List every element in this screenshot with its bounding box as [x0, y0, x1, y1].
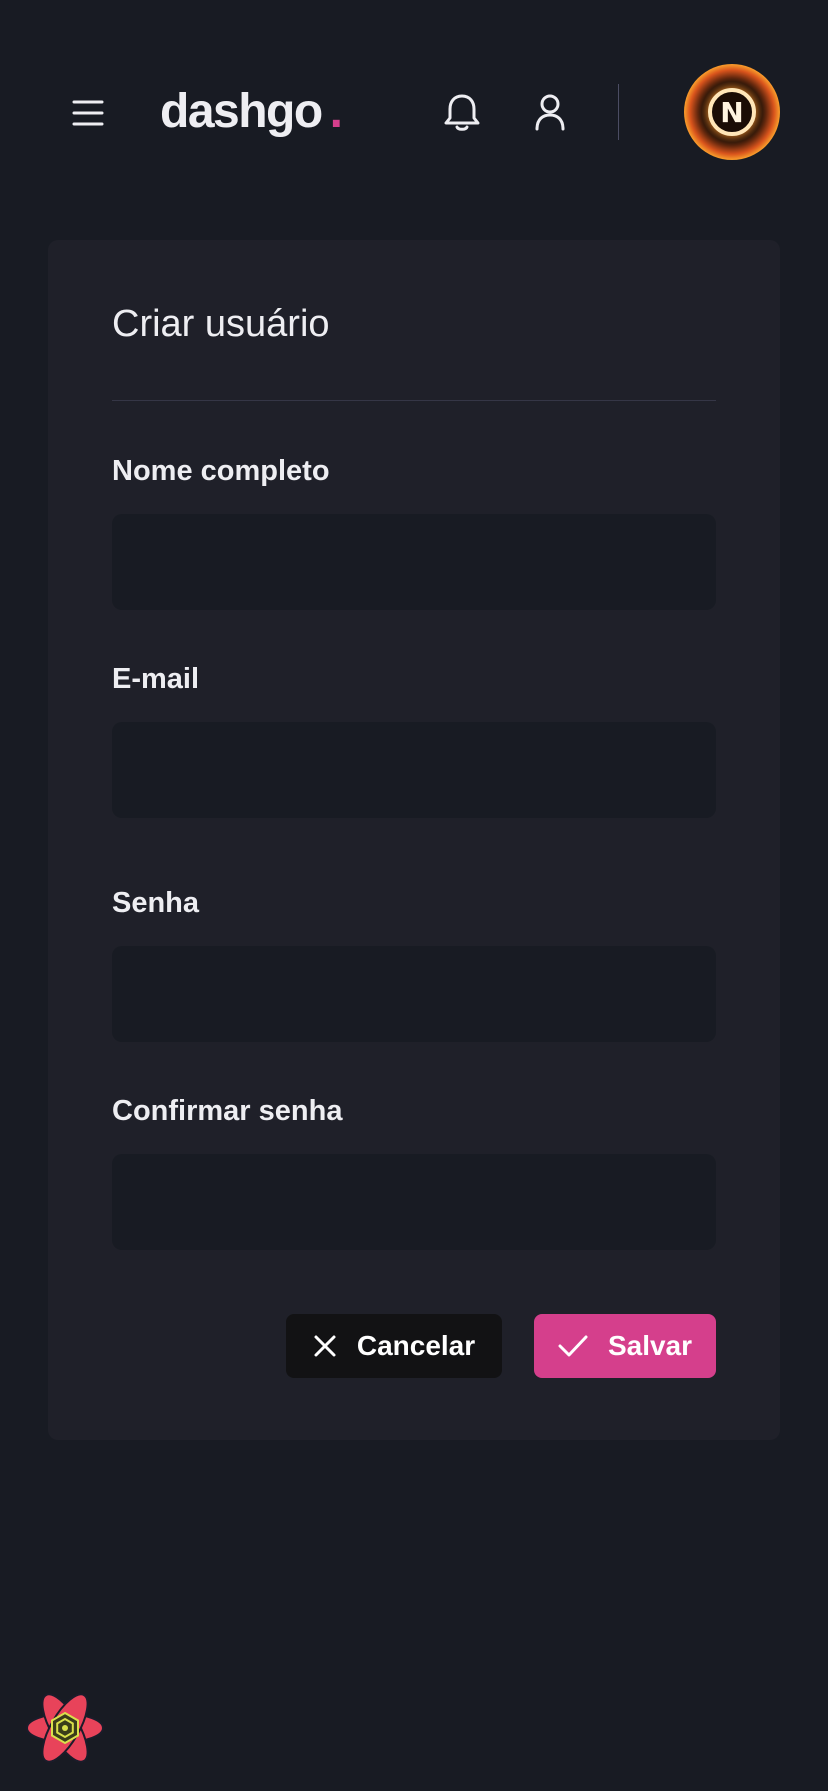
- title-divider: [112, 400, 716, 401]
- name-field[interactable]: [112, 514, 716, 610]
- avatar-emblem: N: [708, 88, 756, 136]
- password-field[interactable]: [112, 946, 716, 1042]
- menu-icon: [72, 100, 104, 126]
- bell-icon: [444, 94, 480, 131]
- menu-button[interactable]: [70, 95, 106, 131]
- email-field[interactable]: [112, 722, 716, 818]
- user-icon: [535, 94, 565, 131]
- react-logo-icon: [26, 1693, 104, 1763]
- confirm-password-field[interactable]: [112, 1154, 716, 1250]
- close-icon: [313, 1334, 337, 1358]
- user-add-button[interactable]: [528, 90, 572, 134]
- page-title: Criar usuário: [112, 303, 330, 345]
- create-user-card: Criar usuário Nome completo E-mail Senha…: [48, 240, 780, 1440]
- password-label: Senha: [112, 887, 200, 919]
- save-label: Salvar: [607, 1330, 693, 1361]
- check-icon: [558, 1334, 588, 1358]
- avatar[interactable]: N: [684, 64, 780, 160]
- react-devtools-badge[interactable]: [24, 1690, 106, 1766]
- header-divider: [618, 84, 619, 140]
- logo-text: dashgo: [160, 85, 323, 138]
- cancel-label: Cancelar: [356, 1330, 476, 1361]
- name-label: Nome completo: [112, 455, 330, 487]
- save-button[interactable]: Salvar: [534, 1314, 716, 1378]
- cancel-button[interactable]: Cancelar: [286, 1314, 502, 1378]
- confirm-password-label: Confirmar senha: [112, 1095, 343, 1127]
- header: dashgo . N: [0, 0, 828, 225]
- notifications-button[interactable]: [440, 90, 484, 134]
- logo: dashgo .: [160, 82, 343, 142]
- logo-dot: .: [329, 85, 343, 138]
- email-label: E-mail: [112, 663, 200, 695]
